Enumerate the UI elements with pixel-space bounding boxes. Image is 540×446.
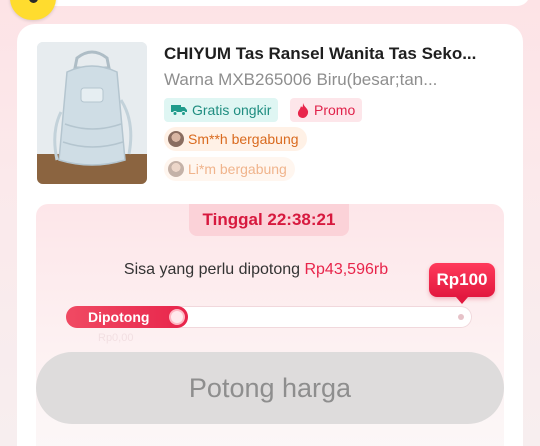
joined-user-chip: Sm**h bergabung bbox=[164, 127, 307, 151]
progress-track: Dipotong bbox=[66, 306, 472, 328]
product-variant: Warna MXB265006 Biru(besar;tan... bbox=[164, 70, 438, 89]
joined-user-text: Li*m bergabung bbox=[188, 161, 287, 177]
remaining-amount-text: Sisa yang perlu dipotong Rp43,596rb bbox=[36, 261, 476, 279]
progress-fill: Dipotong bbox=[66, 306, 188, 328]
badge-logo-icon bbox=[10, 0, 56, 20]
remaining-label: Sisa yang perlu dipotong bbox=[123, 261, 305, 278]
product-image[interactable] bbox=[37, 42, 147, 184]
promo-label: Promo bbox=[314, 102, 356, 118]
cut-amount-ghost: Rp0,00 bbox=[98, 332, 134, 344]
avatar bbox=[168, 161, 184, 177]
top-strip bbox=[24, 0, 530, 6]
promo-tag: Promo bbox=[290, 98, 363, 122]
price-cut-panel: Tinggal 22:38:21 Sisa yang perlu dipoton… bbox=[36, 204, 504, 446]
product-card: CHIYUM Tas Ransel Wanita Tas Seko... War… bbox=[17, 24, 523, 446]
progress-knob bbox=[171, 311, 183, 323]
joined-user-text: Sm**h bergabung bbox=[188, 131, 299, 147]
countdown-timer: Tinggal 22:38:21 bbox=[189, 204, 349, 236]
progress-label: Dipotong bbox=[88, 309, 150, 325]
reward-badge: Rp100 bbox=[429, 263, 495, 304]
progress-end-dot bbox=[458, 314, 464, 320]
backpack-icon bbox=[37, 42, 147, 184]
free-shipping-tag: Gratis ongkir bbox=[164, 98, 279, 122]
truck-icon bbox=[171, 105, 187, 116]
avatar bbox=[168, 131, 184, 147]
remaining-amount: Rp43,596rb bbox=[304, 261, 389, 278]
cut-price-button[interactable]: Potong harga bbox=[36, 352, 504, 424]
joined-user-chip: Li*m bergabung bbox=[164, 157, 295, 181]
free-shipping-label: Gratis ongkir bbox=[192, 102, 272, 118]
product-title[interactable]: CHIYUM Tas Ransel Wanita Tas Seko... bbox=[164, 44, 509, 64]
flame-icon bbox=[297, 102, 309, 118]
